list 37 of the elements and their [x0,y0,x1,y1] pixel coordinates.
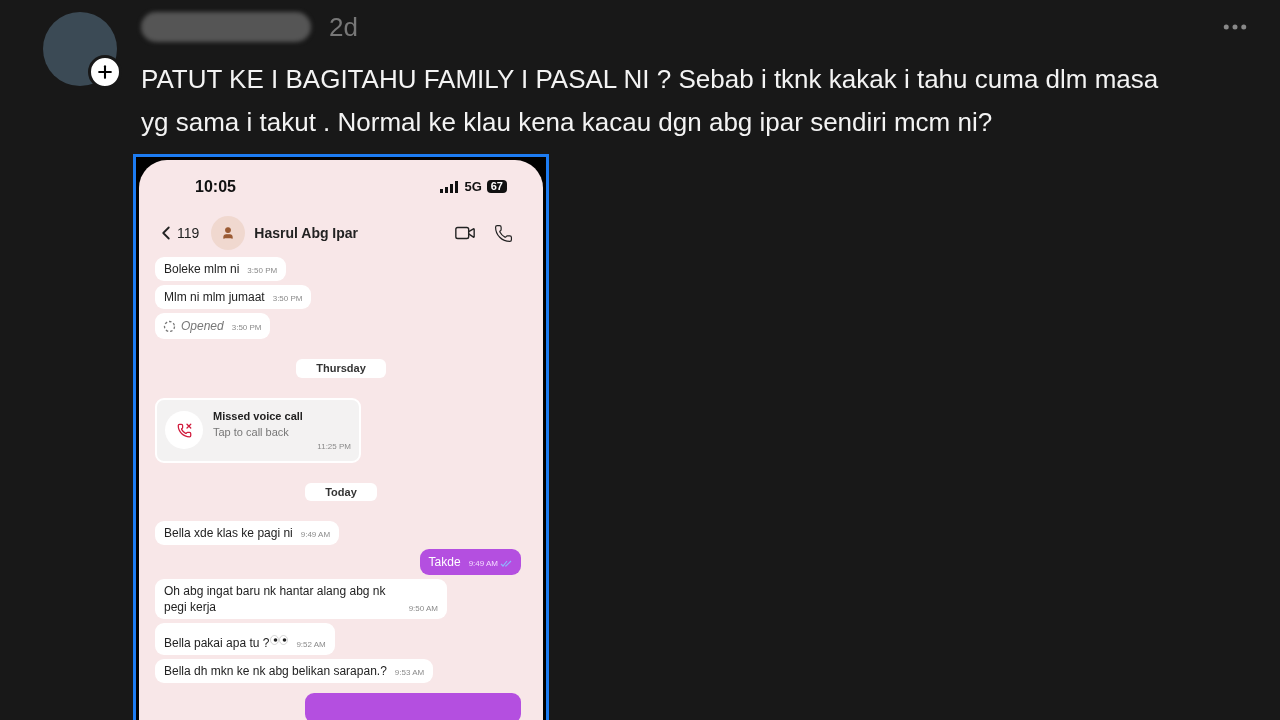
missed-call-icon [165,411,203,449]
message-text: Bella dh mkn ke nk abg belikan sarapan.? [164,663,387,679]
chat-screenshot[interactable] [133,154,549,720]
call-subtitle: Tap to call back [213,425,290,440]
battery-level: 67 [486,180,507,193]
post-time: 2d [329,10,358,44]
date-label: Thursday [296,359,386,378]
message-time: 9:50 AM [408,603,438,615]
phone-call-icon[interactable] [494,223,513,243]
network-label: 5G [464,177,482,196]
message-time: 9:52 AM [296,639,326,651]
message-text: Bella pakai apa tu ? [164,635,270,651]
message-text: Mlm ni mlm jumaat [164,289,265,305]
missed-call-card[interactable]: Missed voice call Tap to call back 11:25 PM [155,397,361,463]
dashed-circle-icon [163,320,176,333]
status-time: 10:05 [195,176,236,197]
message-text: Opened [181,318,224,334]
call-title: Missed voice call [213,408,304,424]
message-text: Takde [428,554,461,570]
message-time: 11:25 PM [317,440,351,453]
post-text: PATUT KE I BAGITAHU FAMILY I PASAL NI ? Sebab i tknk kakak i tahu cuma dlm masa yg sama i takut . Normal ke klau kena kacau dgn abg ipar sendiri mcm ni? [141,63,1160,139]
back-count[interactable]: 119 [177,222,200,244]
signal-icon [440,180,461,193]
message-time: 3:50 PM [247,265,278,277]
message-time: 9:53 AM [394,667,425,679]
message-time: 3:50 PM [272,293,303,305]
message-text: Oh abg ingat baru nk hantar alang abg nk pegi kerja [164,583,387,615]
message-text: Bella xde klas ke pagi ni [164,525,293,541]
message-time: 3:50 PM [231,322,262,334]
plus-icon [95,62,115,82]
message-time: 9:49 AM [300,529,331,541]
message-time: 9:49 AM [468,558,498,570]
contact-avatar[interactable] [211,216,246,250]
date-label: Today [305,482,377,501]
eyes-icon [270,634,289,645]
contact-name[interactable]: Hasrul Abg Ipar [254,222,359,244]
message-text: Boleke mlm ni [164,261,240,277]
